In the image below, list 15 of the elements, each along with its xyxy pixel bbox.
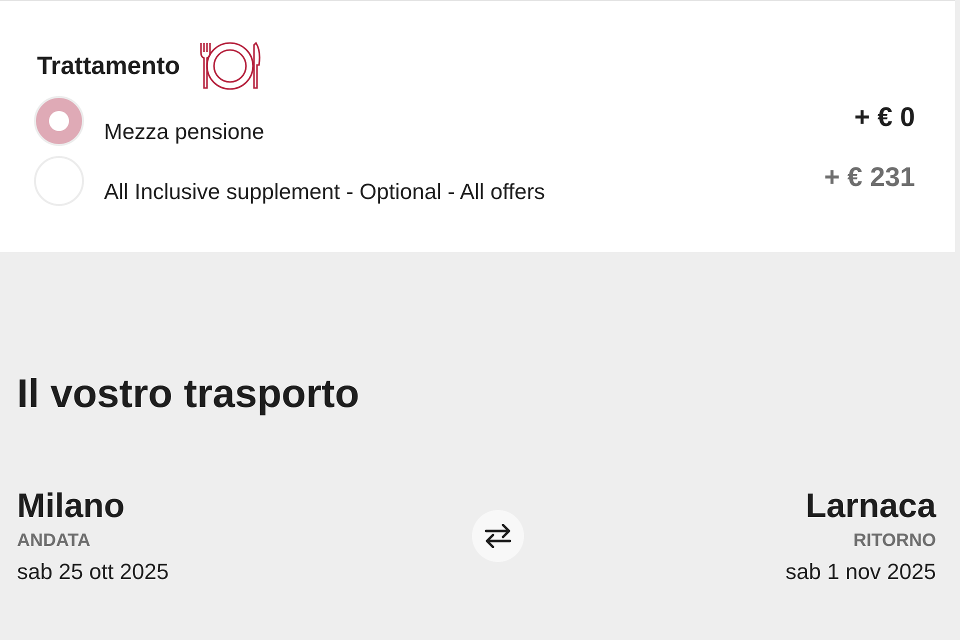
swap-arrows-icon [484,524,512,548]
direction-label: ANDATA [17,530,92,551]
plate-cutlery-icon [198,41,262,91]
option-price: + € 0 [854,102,915,132]
radio-button[interactable] [34,96,84,146]
travel-date: sab 1 nov 2025 [786,559,936,585]
section-heading: Il vostro trasporto [17,372,360,417]
city-name: Milano [17,487,126,526]
city-name: Larnaca [806,487,936,526]
option-label: All Inclusive supplement - Optional - All offers [104,179,546,205]
option-label: Mezza pensione [104,119,266,145]
direction-label: RITORNO [853,530,936,551]
option-price: + € 231 [824,162,915,192]
travel-date: sab 25 ott 2025 [17,559,170,585]
section-title: Trattamento [37,52,180,80]
